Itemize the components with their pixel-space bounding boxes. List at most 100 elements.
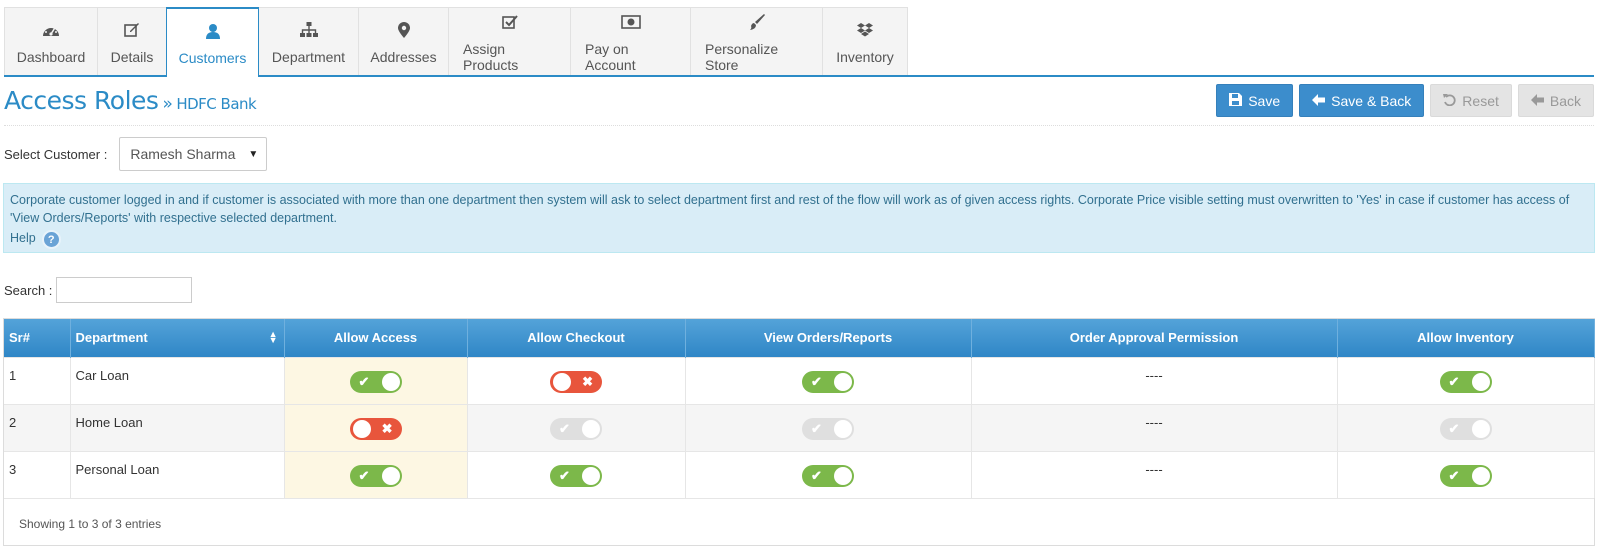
toggle-knob xyxy=(834,466,852,485)
view-orders-toggle[interactable]: ✔ xyxy=(802,370,854,393)
reset-button[interactable]: Reset xyxy=(1430,84,1512,117)
save-label: Save xyxy=(1248,92,1281,109)
user-icon xyxy=(205,20,221,42)
table-info: Showing 1 to 3 of 3 entries xyxy=(4,498,1594,549)
column-header-allow-checkout: Allow Checkout xyxy=(467,319,686,357)
toggle-knob xyxy=(352,419,371,438)
table-header-row: Sr# Department ▲ ▼ Allow Access Allow Che… xyxy=(4,319,1595,357)
allow-inventory-toggle[interactable]: ✔ xyxy=(1439,417,1492,440)
column-header-allow-access: Allow Access xyxy=(284,319,468,357)
cell-department: Home Loan xyxy=(70,403,285,451)
page-title-text: Access Roles xyxy=(4,86,159,115)
arrow-left-icon xyxy=(1530,93,1544,109)
tab-label: Addresses xyxy=(370,48,437,65)
tab-label: Personalize Store xyxy=(705,40,779,73)
x-icon: ✖ xyxy=(582,373,593,389)
allow-access-toggle[interactable]: ✖ xyxy=(349,417,402,440)
dropbox-icon xyxy=(857,19,873,41)
tab-bar: Dashboard Details Customers Department A… xyxy=(4,7,1594,77)
select-customer-row: Select Customer : Ramesh Sharma ▼ xyxy=(4,137,268,171)
cell-allow-checkout: ✔ xyxy=(467,403,686,451)
tab-label: Details xyxy=(110,48,154,65)
info-alert: Corporate customer logged in and if cust… xyxy=(3,183,1595,253)
tab-label: Dashboard xyxy=(16,48,86,65)
cell-sr: 2 xyxy=(4,403,71,451)
tab-label: Inventory xyxy=(836,48,894,65)
tab-label: Department xyxy=(271,48,346,65)
back-label: Back xyxy=(1549,92,1581,109)
allow-checkout-toggle[interactable]: ✖ xyxy=(550,370,602,393)
toggle-knob xyxy=(582,466,600,485)
cell-allow-access: ✔ xyxy=(284,450,468,498)
cell-department: Car Loan xyxy=(70,356,285,404)
reset-label: Reset xyxy=(1462,92,1499,109)
tab-details[interactable]: Details xyxy=(97,7,167,75)
help-icon[interactable]: ? xyxy=(41,230,61,249)
allow-access-toggle[interactable]: ✔ xyxy=(349,370,402,393)
check-icon: ✔ xyxy=(811,467,822,483)
tab-customers[interactable]: Customers xyxy=(166,7,259,77)
customer-select[interactable]: Ramesh Sharma ▼ xyxy=(119,137,268,171)
check-icon: ✔ xyxy=(1448,467,1460,483)
tab-dashboard[interactable]: Dashboard xyxy=(4,7,98,75)
customer-select-value: Ramesh Sharma xyxy=(130,146,236,162)
check-square-icon xyxy=(501,11,518,33)
cell-view-orders: ✔ xyxy=(685,356,972,404)
allow-checkout-toggle[interactable]: ✔ xyxy=(550,464,602,487)
column-header-department[interactable]: Department ▲ ▼ xyxy=(70,319,285,357)
tab-personalize-store[interactable]: Personalize Store xyxy=(690,7,823,75)
cell-allow-inventory: ✔ xyxy=(1337,403,1595,451)
check-icon: ✔ xyxy=(1448,420,1460,436)
toggle-knob xyxy=(582,419,600,438)
page-title: Access Roles» HDFC Bank xyxy=(4,86,257,115)
cell-allow-access: ✖ xyxy=(284,403,468,451)
cell-sr: 3 xyxy=(4,450,71,498)
save-and-back-button[interactable]: Save & Back xyxy=(1299,84,1425,117)
search-input[interactable] xyxy=(56,277,193,303)
cell-allow-checkout: ✖ xyxy=(467,356,686,404)
info-text: Corporate customer logged in and if cust… xyxy=(10,193,1570,225)
check-icon: ✔ xyxy=(811,373,822,389)
cell-allow-access: ✔ xyxy=(284,356,468,404)
cell-view-orders: ✔ xyxy=(685,450,972,498)
tab-department[interactable]: Department xyxy=(258,7,359,75)
undo-icon xyxy=(1443,93,1456,109)
access-roles-table: Sr# Department ▲ ▼ Allow Access Allow Che… xyxy=(3,318,1595,546)
column-header-label: Department xyxy=(75,330,148,346)
select-customer-label: Select Customer : xyxy=(4,146,108,162)
table-row: 1 Car Loan ✔ ✖ ✔ ---- ✔ xyxy=(4,356,1595,404)
allow-checkout-toggle[interactable]: ✔ xyxy=(550,417,602,440)
save-and-back-label: Save & Back xyxy=(1331,92,1412,109)
column-header-view-orders: View Orders/Reports xyxy=(685,319,972,357)
check-icon: ✔ xyxy=(358,373,370,389)
page-subtitle: HDFC Bank xyxy=(176,95,257,113)
x-icon: ✖ xyxy=(381,420,393,436)
tab-addresses[interactable]: Addresses xyxy=(358,7,449,75)
column-header-order-approval: Order Approval Permission xyxy=(971,319,1338,357)
cell-allow-inventory: ✔ xyxy=(1337,450,1595,498)
breadcrumb-separator: » xyxy=(162,94,173,114)
cell-view-orders: ✔ xyxy=(685,403,972,451)
tab-label: Customers xyxy=(178,50,247,66)
search-label: Search : xyxy=(4,282,53,298)
search-row: Search : xyxy=(4,277,193,303)
view-orders-toggle[interactable]: ✔ xyxy=(802,464,854,487)
toggle-knob xyxy=(381,466,400,485)
help-row: Help ? xyxy=(10,227,1588,249)
save-button[interactable]: Save xyxy=(1216,84,1294,117)
view-orders-toggle[interactable]: ✔ xyxy=(802,417,854,440)
toggle-knob xyxy=(1471,372,1490,391)
cell-allow-inventory: ✔ xyxy=(1337,356,1595,404)
back-button[interactable]: Back xyxy=(1517,84,1594,117)
toggle-knob xyxy=(834,419,852,438)
tab-pay-on-account[interactable]: Pay on Account xyxy=(570,7,691,75)
column-header-sr: Sr# xyxy=(4,319,71,357)
arrow-left-icon xyxy=(1312,93,1326,109)
cell-order-approval: ---- xyxy=(971,356,1338,404)
allow-access-toggle[interactable]: ✔ xyxy=(349,464,402,487)
tab-assign-products[interactable]: Assign Products xyxy=(448,7,571,75)
tab-inventory[interactable]: Inventory xyxy=(822,7,908,75)
check-icon: ✔ xyxy=(1448,373,1460,389)
allow-inventory-toggle[interactable]: ✔ xyxy=(1439,464,1492,487)
allow-inventory-toggle[interactable]: ✔ xyxy=(1439,370,1492,393)
